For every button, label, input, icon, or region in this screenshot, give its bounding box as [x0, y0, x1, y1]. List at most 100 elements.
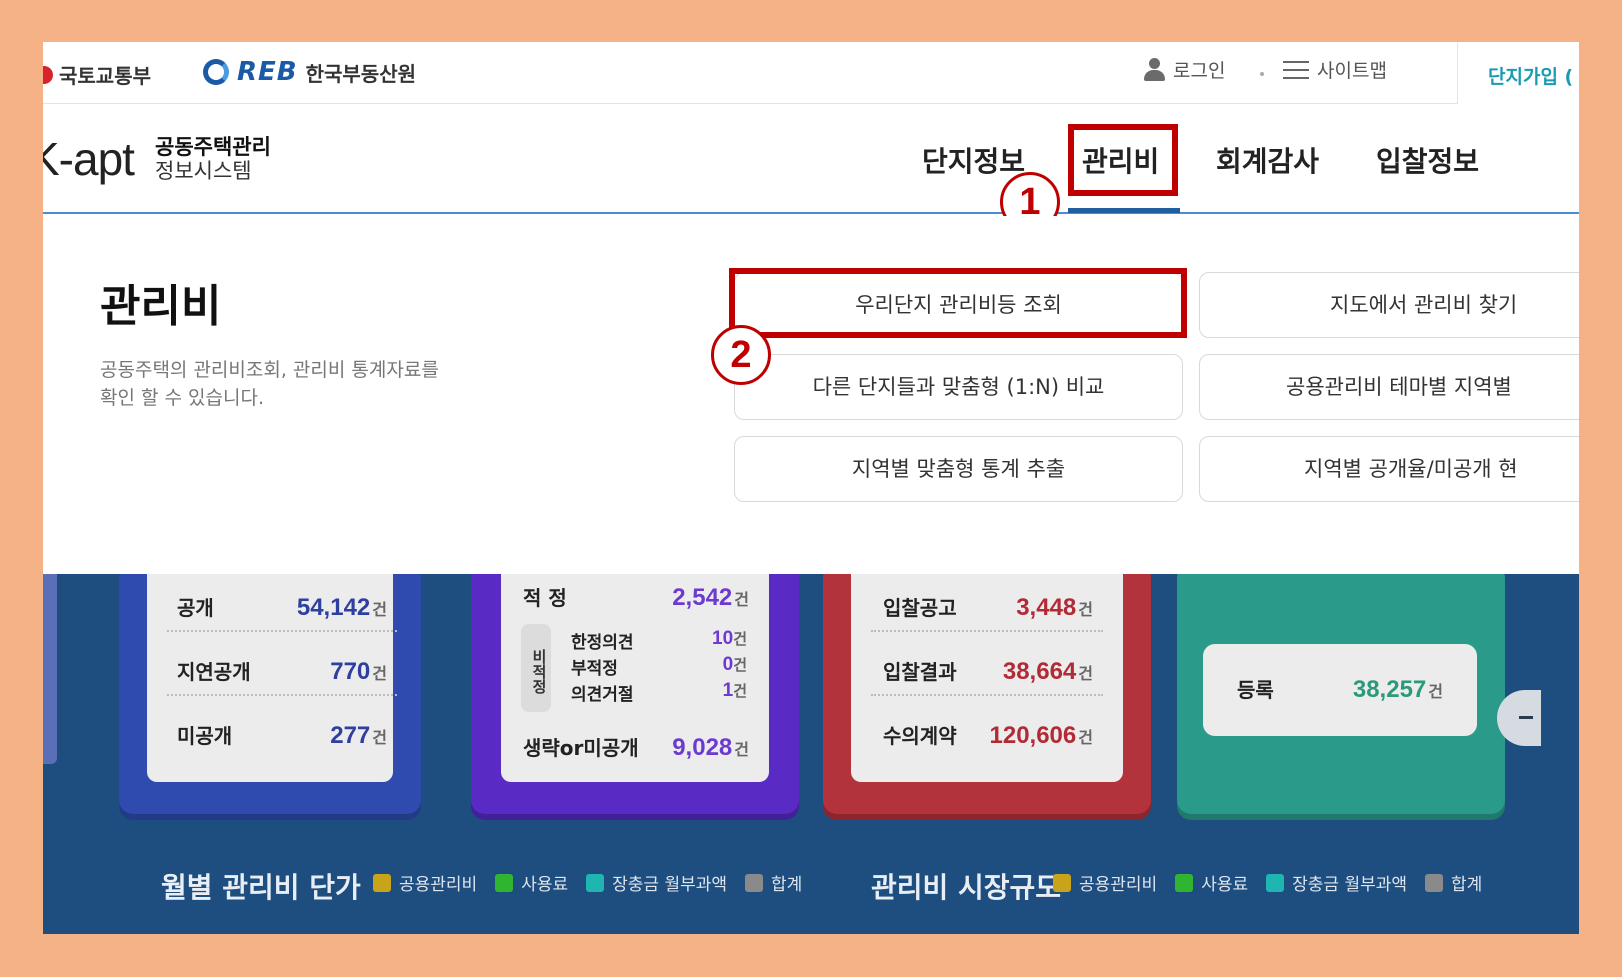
sub-stat-label: 의견거절: [571, 685, 634, 705]
legend-label: 공용관리비: [399, 875, 478, 895]
stat-unit: 건: [372, 728, 387, 747]
stat-unit: 건: [1078, 664, 1093, 683]
separator-dot: [1260, 72, 1264, 76]
kapt-subtitle-line2: 정보시스템: [155, 159, 252, 183]
browser-viewport: 국토교통부 REB 한국부동산원 로그인 사이트맵 단지가입 ( K-apt 공…: [43, 42, 1579, 934]
legend-label: 장충금 월부과액: [1292, 875, 1408, 895]
stat-unit: 건: [1428, 682, 1443, 701]
bidding-card-inner: 입찰공고 3,448 건 입찰결과 38,664 건 수의계약 120,606 건: [851, 574, 1123, 782]
hamburger-menu-icon: [1283, 59, 1309, 80]
audit-card[interactable]: 적 정 2,542 건 비적정 한정의견 10건 부적정 0건 의견거절 1건 생: [471, 574, 799, 814]
login-link[interactable]: 로그인: [1143, 56, 1225, 83]
menu-regional-disclosure-rate[interactable]: 지역별 공개율/미공개 현: [1199, 436, 1579, 502]
stat-label: 미공개: [177, 724, 233, 748]
stat-value: 120,606: [989, 722, 1077, 749]
legend-monthly-fee: 공용관리비 사용료 장충금 월부과액 합계: [373, 870, 802, 895]
panel-title: 관리비: [100, 281, 222, 332]
inappropriate-badge: 비적정: [521, 624, 551, 712]
audit-card-inner: 적 정 2,542 건 비적정 한정의견 10건 부적정 0건 의견거절 1건 생: [501, 574, 769, 782]
sub-stat-row: 한정의견 10건: [571, 628, 747, 653]
disclosure-card[interactable]: 공개 54,142 건 지연공개 770 건 미공개 277 건: [119, 574, 421, 814]
kapt-logo[interactable]: K-apt: [43, 132, 135, 186]
legend-swatch: [1425, 873, 1444, 892]
stat-row: 생략or미공개 9,028 건: [523, 732, 749, 762]
divider: [167, 630, 397, 632]
sub-stat-value: 0: [722, 654, 734, 675]
legend-swatch: [586, 873, 605, 892]
menu-compare-1n[interactable]: 다른 단지들과 맞춤형 (1:N) 비교: [734, 354, 1183, 420]
join-complex-label: 단지가입 (: [1488, 66, 1574, 88]
sub-stat-unit: 건: [733, 682, 747, 700]
stat-value: 770: [330, 658, 371, 685]
user-icon: [1143, 57, 1165, 82]
kapt-subtitle-line1: 공동주택관리: [155, 135, 271, 159]
reb-mark: REB: [237, 57, 298, 87]
stat-label: 수의계약: [883, 724, 957, 748]
legend-swatch: [745, 873, 764, 892]
reb-logo[interactable]: REB 한국부동산원: [203, 57, 416, 87]
stat-value: 277: [330, 722, 371, 749]
sitemap-link[interactable]: 사이트맵: [1283, 56, 1387, 83]
sub-stat-label: 부적정: [571, 659, 618, 679]
sub-stat-label: 한정의견: [571, 633, 634, 653]
menu-regional-custom-stats[interactable]: 지역별 맞춤형 통계 추출: [734, 436, 1183, 502]
stat-value: 38,257: [1352, 676, 1427, 703]
sub-stat-row: 부적정 0건: [571, 654, 747, 679]
legend-swatch: [1053, 873, 1071, 892]
stat-row: 지연공개 770 건: [177, 656, 387, 686]
reb-name: 한국부동산원: [305, 61, 417, 86]
molit-logo[interactable]: 국토교통부: [43, 60, 151, 89]
sub-stat-row: 의견거절 1건: [571, 680, 747, 705]
panel-description: 공동주택의 관리비조회, 관리비 통계자료를 확인 할 수 있습니다.: [100, 356, 520, 412]
reb-circle-icon: [203, 59, 229, 85]
legend-swatch: [495, 873, 514, 892]
legend-swatch: [1175, 873, 1194, 892]
stat-unit: 건: [1078, 728, 1093, 747]
stat-label: 등록: [1237, 678, 1274, 702]
disclosure-card-inner: 공개 54,142 건 지연공개 770 건 미공개 277 건: [147, 574, 397, 782]
stat-row: 공개 54,142 건: [177, 592, 387, 622]
nav-bidding-info[interactable]: 입찰정보: [1376, 140, 1479, 180]
panel-desc-line1: 공동주택의 관리비조회, 관리비 통계자료를: [100, 359, 439, 381]
sub-stat-unit: 건: [733, 656, 747, 674]
monthly-fee-title: 월별 관리비 단가: [161, 871, 361, 904]
stat-value: 2,542: [672, 584, 733, 611]
statistics-section: 공개 54,142 건 지연공개 770 건 미공개 277 건 적 정 2,5…: [43, 574, 1579, 934]
legend-label: 합계: [771, 875, 803, 895]
stat-label: 입찰결과: [883, 660, 957, 684]
legend-label: 사용료: [521, 875, 569, 895]
registration-card-inner: 등록 38,257 건: [1203, 644, 1477, 736]
stat-row: 등록 38,257 건: [1237, 674, 1443, 704]
menu-find-fee-on-map[interactable]: 지도에서 관리비 찾기: [1199, 272, 1579, 338]
molit-mark-icon: [43, 65, 53, 84]
divider: [871, 630, 1103, 632]
stat-row: 입찰공고 3,448 건: [883, 592, 1093, 622]
stat-value: 3,448: [1016, 594, 1077, 621]
divider: [167, 694, 397, 696]
stat-value: 9,028: [672, 734, 733, 761]
panel-desc-line2: 확인 할 수 있습니다.: [100, 387, 264, 409]
prev-card-edge: [43, 574, 57, 764]
login-label: 로그인: [1173, 60, 1226, 82]
stat-label: 지연공개: [177, 660, 251, 684]
kapt-logo-subtitle: 공동주택관리 정보시스템: [155, 135, 271, 183]
nav-accounting-audit[interactable]: 회계감사: [1216, 140, 1319, 180]
stat-unit: 건: [734, 590, 749, 609]
menu-theme-regional-fee[interactable]: 공용관리비 테마별 지역별: [1199, 354, 1579, 420]
bidding-card[interactable]: 입찰공고 3,448 건 입찰결과 38,664 건 수의계약 120,606 건: [823, 574, 1151, 814]
stat-unit: 건: [1078, 600, 1093, 619]
legend-market-size: 공용관리비 사용료 장충금 월부과액 합계: [1053, 870, 1482, 895]
legend-label: 장충금 월부과액: [612, 875, 728, 895]
stat-label: 공개: [177, 596, 214, 620]
legend-swatch: [1266, 873, 1285, 892]
stat-value: 38,664: [1002, 658, 1077, 685]
highlight-box-step2: [729, 268, 1187, 338]
sub-stat-value: 1: [722, 680, 734, 701]
stat-unit: 건: [372, 600, 387, 619]
registration-card[interactable]: 등록 38,257 건: [1177, 574, 1505, 814]
nav-complex-info[interactable]: 단지정보: [922, 140, 1025, 180]
market-size-title: 관리비 시장규모: [871, 871, 1062, 904]
stat-unit: 건: [734, 740, 749, 759]
sub-stat-unit: 건: [733, 630, 747, 648]
join-complex-button[interactable]: 단지가입 (: [1457, 42, 1579, 104]
